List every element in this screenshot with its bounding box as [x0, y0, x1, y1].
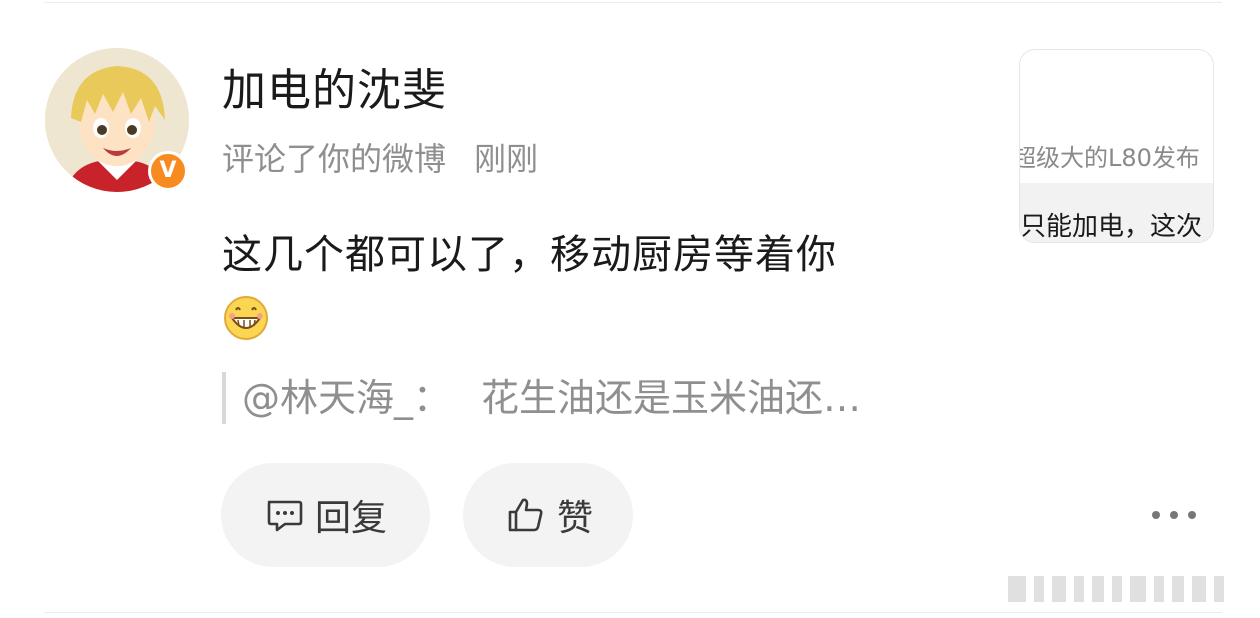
grin-emoji-icon [222, 294, 270, 342]
top-divider [44, 2, 1222, 3]
post-thumbnail[interactable]: 超级大的L80发布 只能加电，这次 [1019, 49, 1214, 243]
quote-mention[interactable]: @林天海_ [242, 376, 413, 420]
thumbs-up-icon [505, 494, 547, 536]
notification-meta: 评论了你的微博 刚刚 [222, 134, 538, 180]
quote-separator: ： [413, 376, 452, 420]
timestamp: 刚刚 [474, 140, 539, 178]
like-button[interactable]: 赞 [463, 463, 633, 567]
action-text: 评论了你的微博 [222, 140, 447, 178]
quoted-comment[interactable]: @林天海_： 花生油还是玉米油还… [222, 372, 861, 424]
avatar[interactable]: V [45, 48, 189, 192]
reply-label: 回复 [315, 498, 388, 539]
comment-text: 这几个都可以了，移动厨房等着你 [222, 232, 837, 278]
comment-icon [263, 494, 305, 536]
watermark-icon [1008, 574, 1248, 604]
username[interactable]: 加电的沈斐 [222, 54, 447, 118]
quote-excerpt: 花生油还是玉米油还… [481, 376, 862, 420]
reply-button[interactable]: 回复 [221, 463, 430, 567]
thumbnail-text-line1: 超级大的L80发布 [1019, 144, 1200, 172]
thumbnail-text-line2: 只能加电，这次 [1020, 212, 1203, 242]
verified-badge-icon: V [148, 151, 188, 191]
bottom-divider [44, 612, 1222, 613]
more-options-icon[interactable] [1152, 500, 1196, 530]
like-label: 赞 [557, 498, 594, 539]
